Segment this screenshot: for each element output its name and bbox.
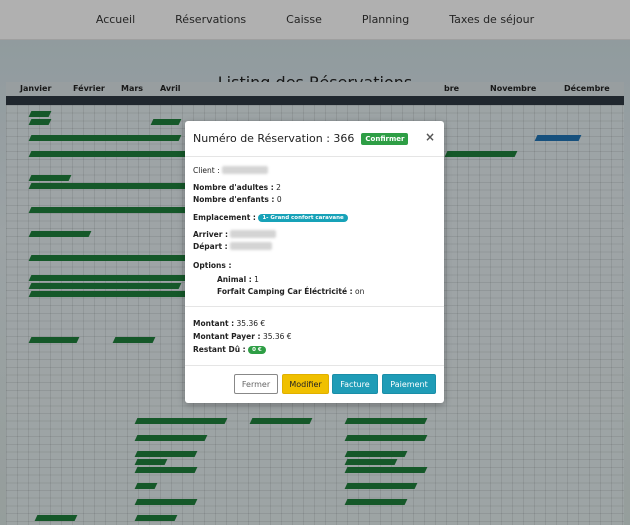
location-row: Emplacement : 1- Grand confort caravane <box>193 213 348 222</box>
option-electricity-value: on <box>355 287 365 296</box>
paid-row: Montant Payer : 35.36 € <box>193 332 292 341</box>
client-name-redacted <box>222 166 269 174</box>
payment-button[interactable]: Paiement <box>382 374 436 394</box>
children-row: Nombre d'enfants : 0 <box>193 195 282 204</box>
option-electricity-row: Forfait Camping Car Éléctricité : on <box>217 287 364 296</box>
reservation-modal: Numéro de Réservation : 366 Confirmer × … <box>185 121 444 403</box>
client-row: Client : <box>193 166 269 175</box>
close-icon[interactable]: × <box>425 130 435 144</box>
adults-label: Nombre d'adultes : <box>193 183 274 192</box>
adults-value: 2 <box>276 183 281 192</box>
adults-row: Nombre d'adultes : 2 <box>193 183 281 192</box>
arrival-date-redacted <box>230 230 277 238</box>
paid-value: 35.36 € <box>262 332 292 341</box>
arrival-label: Arriver : <box>193 230 229 239</box>
children-value: 0 <box>276 195 282 204</box>
paid-label: Montant Payer : <box>193 332 261 341</box>
invoice-button[interactable]: Facture <box>332 374 378 394</box>
departure-label: Départ : <box>193 242 228 251</box>
due-badge: 0 € <box>248 346 266 354</box>
option-animal-label: Animal : <box>217 275 252 284</box>
edit-button[interactable]: Modifier <box>282 374 329 394</box>
modal-footer: Fermer Modifier Facture Paiement <box>185 365 444 403</box>
location-badge: 1- Grand confort caravane <box>258 214 348 222</box>
modal-header: Numéro de Réservation : 366 Confirmer × <box>185 121 444 157</box>
due-row: Restant Dû : 0 € <box>193 345 266 354</box>
modal-title: Numéro de Réservation : 366 <box>193 132 355 145</box>
option-animal-row: Animal : 1 <box>217 275 259 284</box>
close-button[interactable]: Fermer <box>234 374 278 394</box>
options-row: Options : <box>193 261 231 270</box>
client-label: Client : <box>193 166 220 175</box>
amount-row: Montant : 35.36 € <box>193 319 265 328</box>
departure-date-redacted <box>230 242 273 250</box>
option-electricity-label: Forfait Camping Car Éléctricité : <box>217 287 353 296</box>
options-label: Options : <box>193 261 232 270</box>
location-label: Emplacement : <box>193 213 256 222</box>
amount-value: 35.36 € <box>236 319 266 328</box>
due-label: Restant Dû : <box>193 345 246 354</box>
status-badge: Confirmer <box>361 132 409 145</box>
arrival-row: Arriver : <box>193 230 277 239</box>
children-label: Nombre d'enfants : <box>193 195 275 204</box>
divider <box>185 306 444 307</box>
option-animal-value: 1 <box>254 275 259 284</box>
amount-label: Montant : <box>193 319 235 328</box>
departure-row: Départ : <box>193 242 273 251</box>
